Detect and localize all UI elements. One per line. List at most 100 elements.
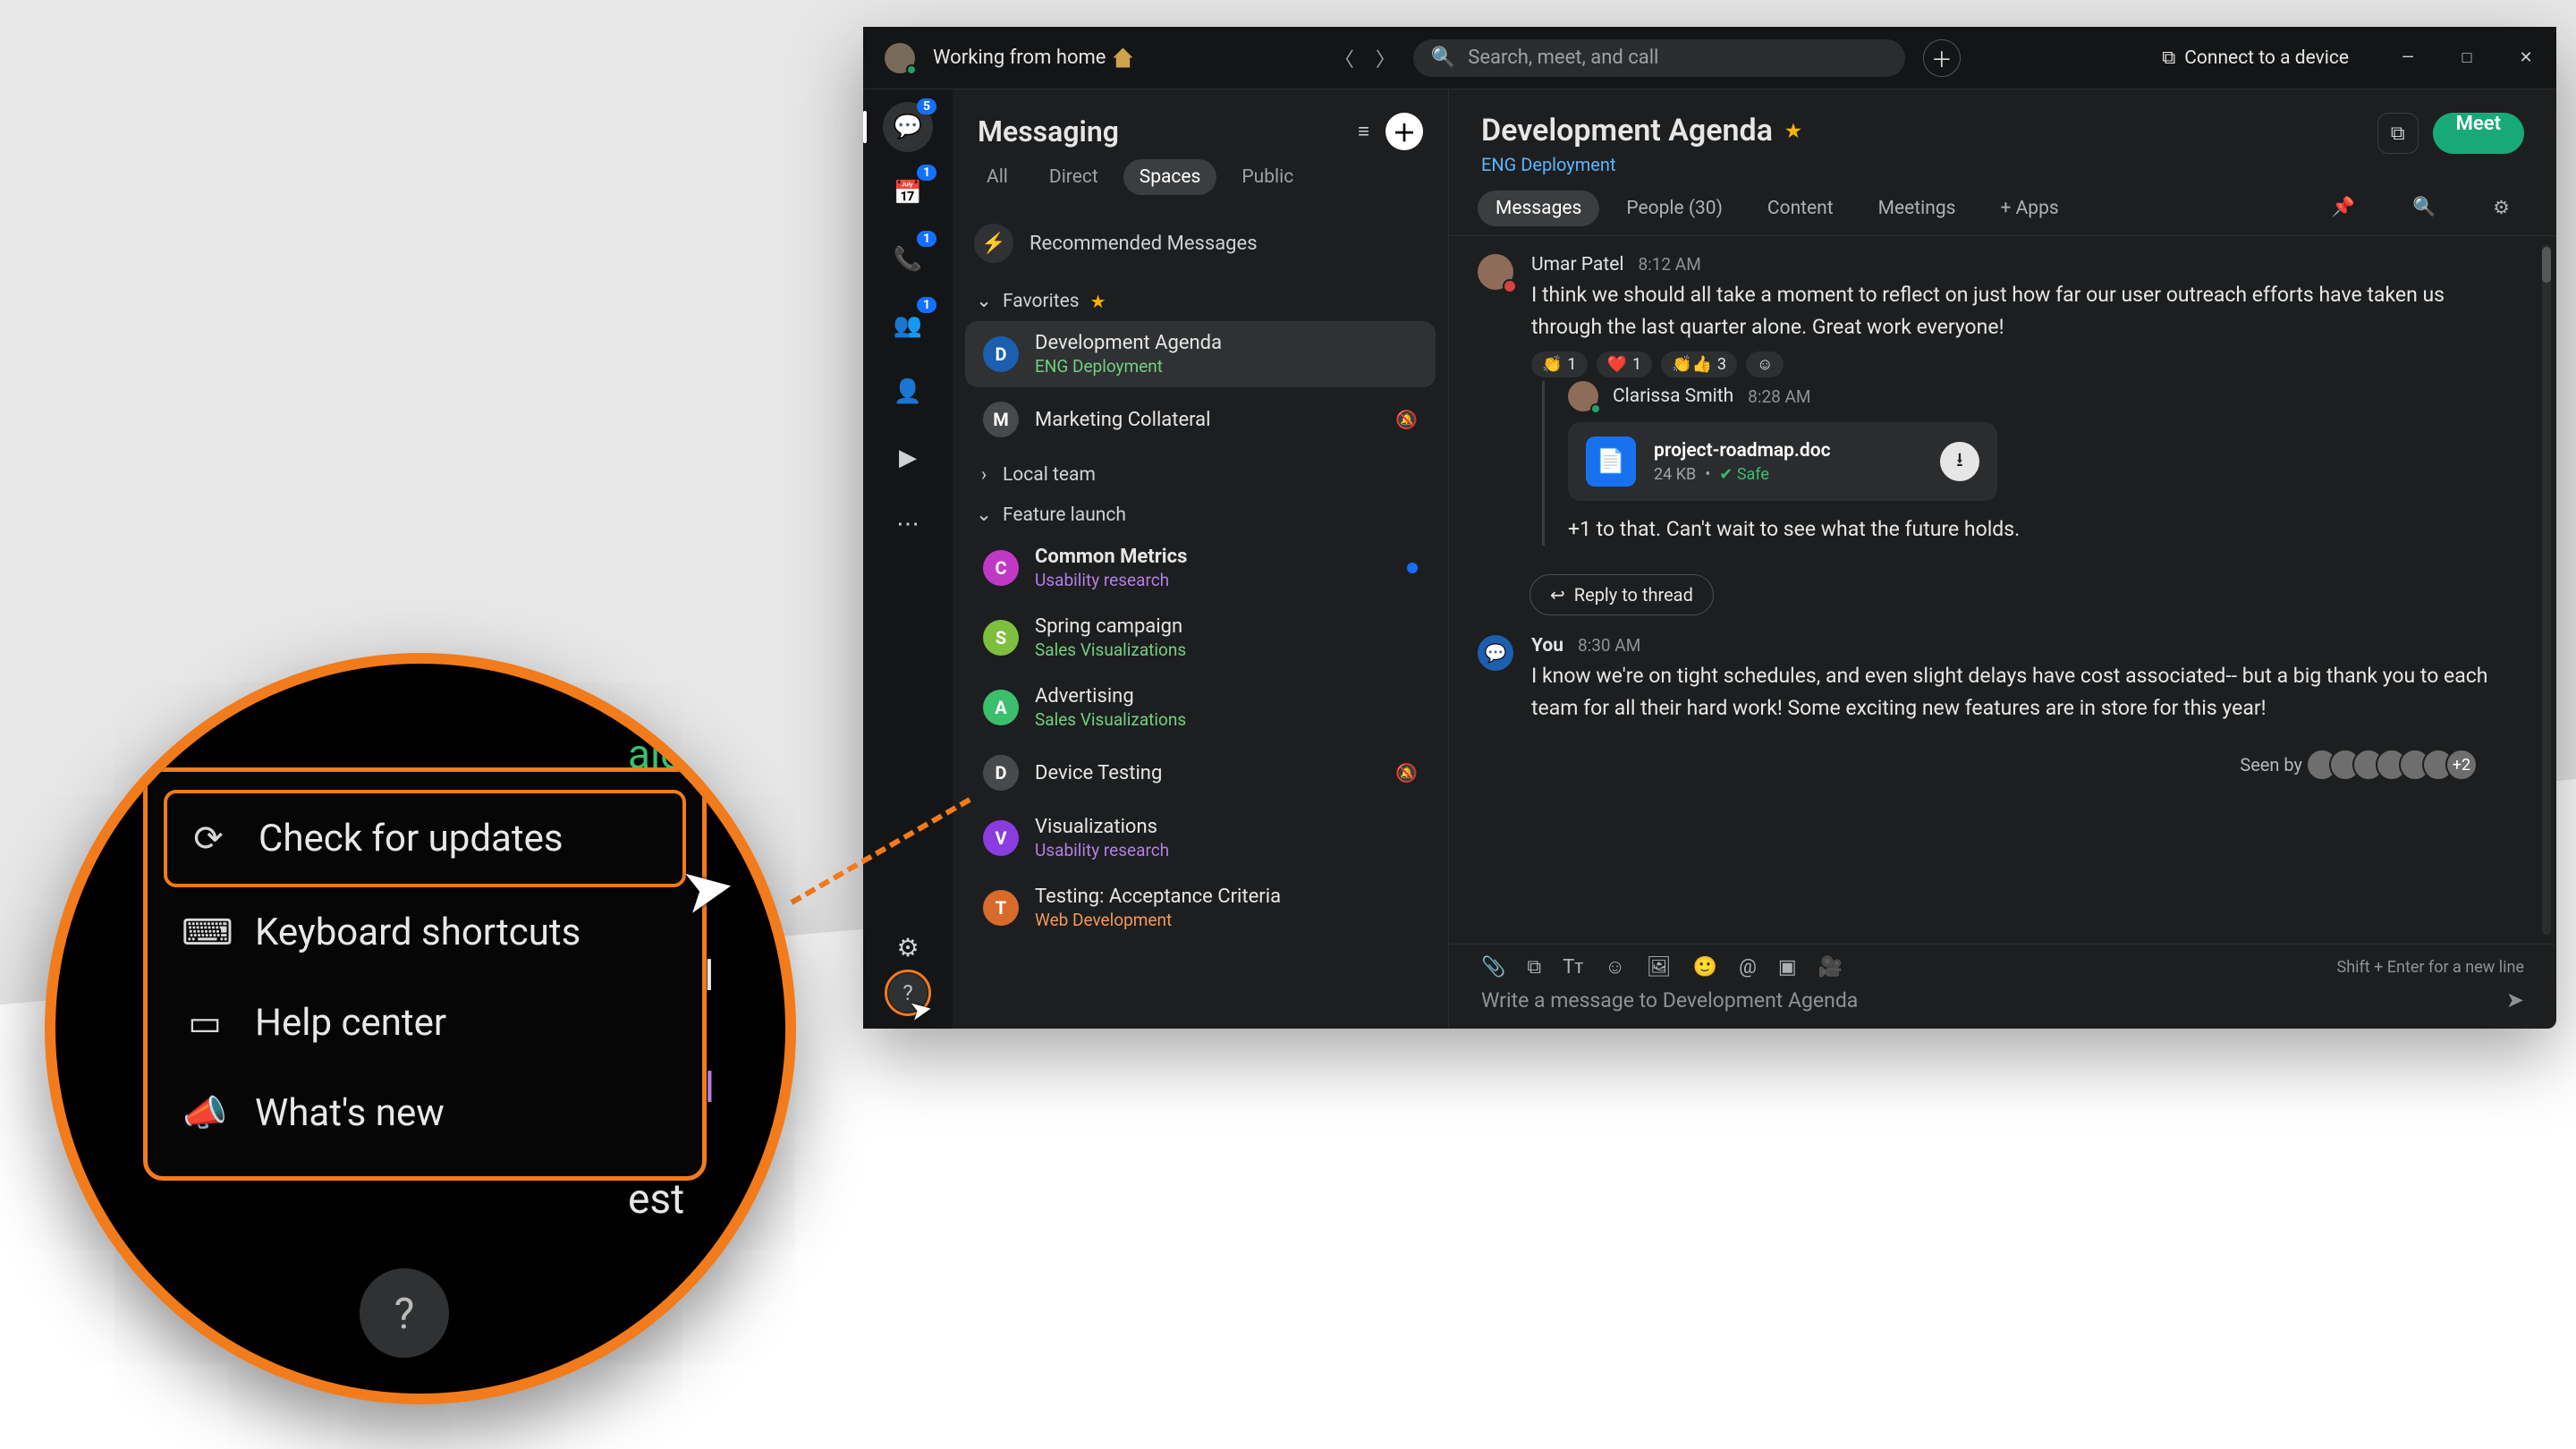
send-icon[interactable]: ➤ xyxy=(2506,987,2524,1013)
group-header[interactable]: › Local team xyxy=(953,452,1448,491)
help-menu-item[interactable]: ▭ Help center xyxy=(164,978,686,1068)
global-search[interactable]: 🔍 Search, meet, and call xyxy=(1413,39,1905,77)
reaction-pill[interactable]: ☺ xyxy=(1746,352,1784,377)
rail-messaging[interactable]: 💬5 xyxy=(883,102,933,152)
space-item[interactable]: D Device Testing 🔕 xyxy=(965,744,1436,801)
recommended-messages[interactable]: ⚡ Recommended Messages xyxy=(953,209,1448,277)
filter-icon[interactable]: ≡ xyxy=(1358,120,1369,143)
mention-icon[interactable]: @ xyxy=(1739,956,1757,979)
settings-icon[interactable]: ⚙ xyxy=(896,933,919,962)
space-item[interactable]: T Testing: Acceptance Criteria Web Devel… xyxy=(965,875,1436,941)
nav-forward-icon[interactable]: 〉 xyxy=(1376,44,1395,72)
rail-contacts[interactable]: 👤 xyxy=(883,367,933,417)
conv-tab[interactable]: Messages xyxy=(1478,191,1599,226)
window-maximize-icon[interactable]: □ xyxy=(2458,48,2476,67)
meet-button[interactable]: Meet xyxy=(2433,113,2524,154)
scrollbar-track[interactable] xyxy=(2542,245,2551,935)
reaction-emoji: 👏👍 xyxy=(1672,355,1712,374)
file-attachment[interactable]: 📄 project-roadmap.doc 24 KB • ✔ Safe ⭳ xyxy=(1568,422,1997,501)
window-minimize-icon[interactable]: — xyxy=(2399,48,2417,67)
create-button[interactable]: ＋ xyxy=(1923,39,1961,77)
bitmoji-icon[interactable]: 🙂 xyxy=(1693,956,1717,979)
favorite-star-icon[interactable]: ★ xyxy=(1785,120,1801,141)
search-in-space-icon[interactable]: 🔍 xyxy=(2394,190,2453,226)
space-subtitle: Usability research xyxy=(1035,840,1169,860)
gif-icon[interactable]: 🖼 xyxy=(1647,956,1672,979)
space-item[interactable]: V Visualizations Usability research xyxy=(965,805,1436,871)
connect-device-button[interactable]: ⧉ Connect to a device xyxy=(2162,47,2349,69)
app-window: Working from home 〈 〉 🔍 Search, meet, an… xyxy=(863,27,2556,1029)
conv-tab[interactable]: + Apps xyxy=(1982,191,2076,226)
record-icon[interactable]: ▣ xyxy=(1778,956,1797,979)
seen-facepile[interactable]: +2 xyxy=(2315,749,2478,781)
rail-teams[interactable]: 👥1 xyxy=(883,301,933,351)
reply-to-thread-button[interactable]: ↩ Reply to thread xyxy=(1530,574,1714,615)
screenshot-icon[interactable]: ⧉ xyxy=(1527,956,1541,979)
nav-back-icon[interactable]: 〈 xyxy=(1335,44,1354,72)
emoji-icon[interactable]: ☺ xyxy=(1605,955,1624,979)
seen-more-count[interactable]: +2 xyxy=(2445,749,2478,781)
window-close-icon[interactable]: ✕ xyxy=(2517,48,2535,67)
conv-tab[interactable]: Meetings xyxy=(1860,191,1974,226)
muted-icon[interactable]: 🔕 xyxy=(1395,409,1418,430)
messaging-tab-public[interactable]: Public xyxy=(1225,159,1309,195)
avatar[interactable] xyxy=(1568,381,1598,411)
messaging-tab-all[interactable]: All xyxy=(970,159,1024,195)
reaction-count: 1 xyxy=(1567,355,1576,374)
video-icon[interactable]: 🎥 xyxy=(1818,956,1843,979)
rail-calendar[interactable]: 📅1 xyxy=(883,168,933,218)
composer-placeholder[interactable]: Write a message to Development Agenda xyxy=(1481,988,1858,1013)
reaction-pill[interactable]: ❤️1 xyxy=(1597,352,1653,377)
thread-scroll[interactable]: Umar Patel 8:12 AM I think we should all… xyxy=(1449,236,2556,944)
menu-item-label: Check for updates xyxy=(258,817,564,860)
help-menu-item[interactable]: ⟳ Check for updates xyxy=(164,790,686,887)
composer: 📎 ⧉ Tᴛ ☺ 🖼 🙂 @ ▣ 🎥 Shift + Enter for a n… xyxy=(1449,944,2556,1029)
conversation-title: Development Agenda ★ xyxy=(1481,113,1801,148)
home-icon xyxy=(1113,48,1132,68)
space-item[interactable]: D Development Agenda ENG Deployment xyxy=(965,321,1436,387)
attach-icon[interactable]: 📎 xyxy=(1481,956,1505,979)
pin-icon[interactable]: 📌 xyxy=(2314,190,2373,226)
conversation-panel: Development Agenda ★ ENG Deployment ⧉ Me… xyxy=(1449,89,2556,1029)
message-time: 8:30 AM xyxy=(1578,635,1640,656)
space-item[interactable]: C Common Metrics Usability research xyxy=(965,535,1436,601)
reply-author: Clarissa Smith xyxy=(1613,386,1733,407)
space-item[interactable]: S Spring campaign Sales Visualizations xyxy=(965,605,1436,671)
format-icon[interactable]: Tᴛ xyxy=(1563,955,1583,979)
reaction-pill[interactable]: 👏1 xyxy=(1531,352,1588,377)
space-item[interactable]: M Marketing Collateral 🔕 xyxy=(965,391,1436,448)
help-icon[interactable]: ? xyxy=(360,1268,449,1358)
group-header[interactable]: ⌄ Feature launch xyxy=(953,491,1448,531)
messaging-tab-spaces[interactable]: Spaces xyxy=(1123,159,1217,195)
bolt-icon: ⚡ xyxy=(981,233,1005,255)
download-icon[interactable]: ⭳ xyxy=(1940,442,1979,481)
presence-status[interactable]: Working from home xyxy=(933,47,1132,69)
space-title: Advertising xyxy=(1035,685,1186,708)
rail-more[interactable]: ⋯ xyxy=(883,499,933,549)
popout-icon[interactable]: ⧉ xyxy=(2377,113,2419,154)
space-settings-icon[interactable]: ⚙ xyxy=(2475,190,2528,226)
help-menu: ⟳ Check for updates⌨ Keyboard shortcuts▭… xyxy=(143,767,707,1181)
messaging-tab-direct[interactable]: Direct xyxy=(1033,159,1114,195)
help-menu-item[interactable]: 📣 What's new xyxy=(164,1068,686,1158)
conversation-subtitle[interactable]: ENG Deployment xyxy=(1481,154,1801,175)
compose-button[interactable]: ＋ xyxy=(1385,113,1423,150)
conv-tab[interactable]: Content xyxy=(1750,191,1852,226)
avatar[interactable] xyxy=(1478,254,1513,290)
avatar-self[interactable] xyxy=(1478,635,1513,671)
profile-avatar[interactable] xyxy=(885,43,915,73)
reaction-emoji: ❤️ xyxy=(1607,355,1627,374)
space-item[interactable]: A Advertising Sales Visualizations xyxy=(965,674,1436,741)
muted-icon[interactable]: 🔕 xyxy=(1395,762,1418,784)
message-text: I know we're on tight schedules, and eve… xyxy=(1531,660,2497,724)
reaction-pill[interactable]: 👏👍3 xyxy=(1661,352,1737,377)
menu-item-label: What's new xyxy=(255,1091,445,1135)
rail-calls[interactable]: 📞1 xyxy=(883,234,933,284)
menu-item-icon: 📣 xyxy=(182,1092,228,1134)
space-title: Device Testing xyxy=(1035,762,1162,784)
help-menu-item[interactable]: ⌨ Keyboard shortcuts xyxy=(164,887,686,978)
group-header[interactable]: ⌄ Favorites ★ xyxy=(953,277,1448,318)
scrollbar-thumb[interactable] xyxy=(2542,247,2551,283)
conv-tab[interactable]: People (30) xyxy=(1608,191,1741,226)
rail-apps[interactable]: ▶ xyxy=(883,433,933,483)
